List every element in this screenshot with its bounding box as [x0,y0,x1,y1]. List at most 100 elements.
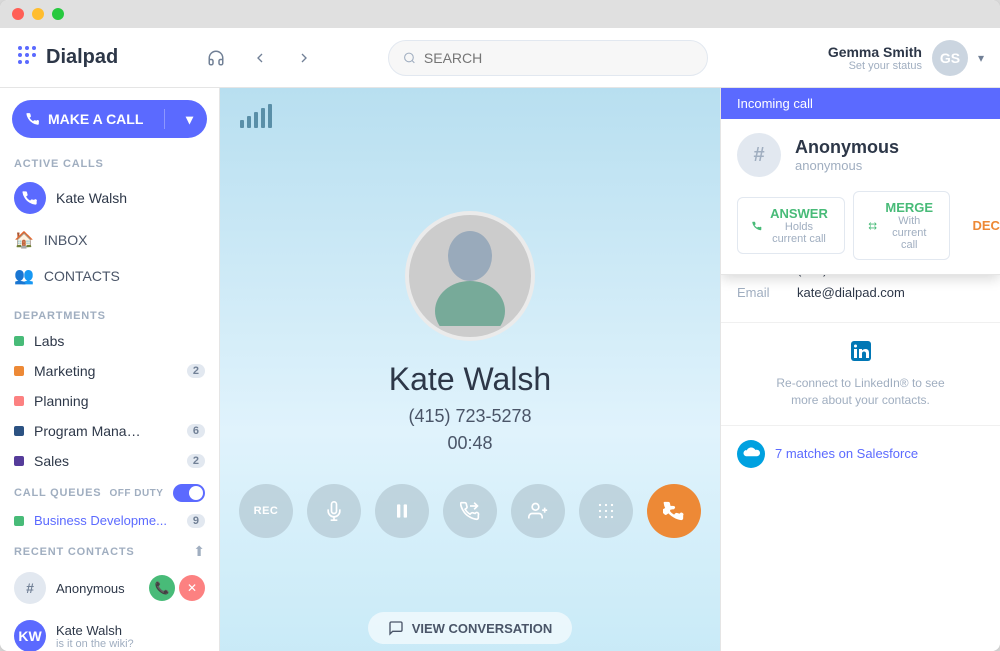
inbox-label: INBOX [44,232,88,248]
merge-sub: With current call [883,215,935,251]
caller-photo [405,211,535,341]
contact-avatar-anonymous: # [14,572,46,604]
decline-anonymous-button[interactable]: ✕ [179,575,205,601]
incoming-caller-name: Anonymous [795,137,899,158]
dept-name-planning: Planning [34,393,89,409]
answer-button[interactable]: ANSWER Holds current call [737,197,845,254]
incoming-call-header: Incoming call [721,88,1000,119]
linkedin-text: Re-connect to LinkedIn® to seemore about… [737,375,984,409]
contact-info-anonymous: Anonymous [56,581,139,596]
make-call-chevron-icon: ▾ [186,111,193,128]
record-button[interactable]: REC [239,484,293,538]
search-bar[interactable] [388,40,708,76]
dept-dot-marketing [14,366,24,376]
keypad-icon [597,502,615,520]
user-area: Gemma Smith Set your status GS ▾ [828,40,984,76]
make-call-button[interactable]: MAKE A CALL ▾ [12,100,207,138]
active-call-name: Kate Walsh [56,190,127,206]
merge-icon [868,219,877,233]
dept-item-labs[interactable]: Labs [0,326,219,356]
chevron-down-icon[interactable]: ▾ [978,51,984,65]
answer-sub: Holds current call [768,221,830,245]
linkedin-icon [737,339,984,369]
dept-item-sales[interactable]: Sales 2 [0,446,219,476]
add-user-icon [528,501,548,521]
decline-button[interactable]: DECLINE [958,210,1000,241]
incoming-caller-sub: anonymous [795,158,899,173]
export-icon[interactable]: ⬆ [193,543,205,560]
right-panel-content: Incoming call # Anonymous anonymous [721,88,1000,651]
dept-badge-program: 6 [187,424,205,438]
contact-info-kate: Kate Walsh is it on the wiki? [56,623,205,650]
contacts-label: CONTACTS [44,268,120,284]
minimize-button[interactable] [32,8,44,20]
dept-dot-labs [14,336,24,346]
recent-contact-kate[interactable]: KW Kate Walsh is it on the wiki? [0,612,219,651]
dept-dot-program [14,426,24,436]
call-anonymous-button[interactable]: 📞 [149,575,175,601]
topnav: Dialpad [0,28,1000,88]
incoming-avatar-symbol: # [753,144,764,167]
contacts-item[interactable]: 👥 CONTACTS [0,258,219,294]
queue-item-bizdev[interactable]: Business Developme... 9 [0,506,219,535]
salesforce-section[interactable]: 7 matches on Salesforce [721,426,1000,482]
phone-icon-small [22,190,38,206]
call-queues-header-area: CALL QUEUES OFF DUTY [0,476,219,506]
call-queues-label: CALL QUEUES [14,487,101,499]
contact-avatar-kate: KW [14,620,46,651]
hangup-button[interactable] [647,484,701,538]
transfer-icon [460,501,480,521]
main-call-area: Kate Walsh (415) 723-5278 00:48 REC [220,88,720,651]
salesforce-text: 7 matches on Salesforce [775,446,918,461]
transfer-button[interactable] [443,484,497,538]
salesforce-cloud-icon [742,445,760,463]
active-call-avatar [14,182,46,214]
close-button[interactable] [12,8,24,20]
keypad-button[interactable] [579,484,633,538]
active-call-item[interactable]: Kate Walsh [0,174,219,222]
off-duty-toggle[interactable] [173,484,205,502]
caller-name-main: Kate Walsh [389,361,551,398]
person-photo [430,226,510,326]
headset-button[interactable] [200,42,232,74]
view-conversation-button[interactable]: VIEW CONVERSATION [368,612,573,644]
maximize-button[interactable] [52,8,64,20]
forward-button[interactable] [288,42,320,74]
logo-text: Dialpad [46,46,118,69]
dept-name-sales: Sales [34,453,69,469]
dept-badge-marketing: 2 [187,364,205,378]
hold-button[interactable] [375,484,429,538]
back-button[interactable] [244,42,276,74]
add-call-button[interactable] [511,484,565,538]
right-panel: Incoming call # Anonymous anonymous [720,88,1000,651]
incoming-call-popup: Incoming call # Anonymous anonymous [721,88,1000,275]
dept-badge-sales: 2 [187,454,205,468]
contact-name-kate: Kate Walsh [56,623,205,638]
dept-item-marketing[interactable]: Marketing 2 [0,356,219,386]
hold-icon [392,501,412,521]
salesforce-icon [737,440,765,468]
search-input[interactable] [424,50,693,66]
merge-button[interactable]: MERGE With current call [853,191,951,260]
linkedin-section: Re-connect to LinkedIn® to seemore about… [721,323,1000,426]
dept-item-program[interactable]: Program Manageme... 6 [0,416,219,446]
hangup-icon [663,500,685,522]
signal-bar-3 [254,112,258,128]
recent-contact-anonymous[interactable]: # Anonymous 📞 ✕ [0,564,219,612]
queue-name-bizdev: Business Developme... [34,513,167,528]
dept-dot-sales [14,456,24,466]
logo-area: Dialpad [16,44,176,72]
incoming-call-actions: ANSWER Holds current call MERGE [721,191,1000,274]
email-label: Email [737,285,797,300]
dept-name-marketing: Marketing [34,363,95,379]
queue-badge-bizdev: 9 [187,514,205,528]
inbox-item[interactable]: 🏠 INBOX [0,222,219,258]
search-icon [403,51,416,65]
call-controls: REC [239,484,701,538]
dialpad-icon [16,44,38,72]
departments-header: DEPARTMENTS [0,302,219,326]
mute-button[interactable] [307,484,361,538]
active-calls-header: ACTIVE CALLS [0,150,219,174]
email-row: Email kate@dialpad.com [737,285,984,300]
dept-item-planning[interactable]: Planning [0,386,219,416]
